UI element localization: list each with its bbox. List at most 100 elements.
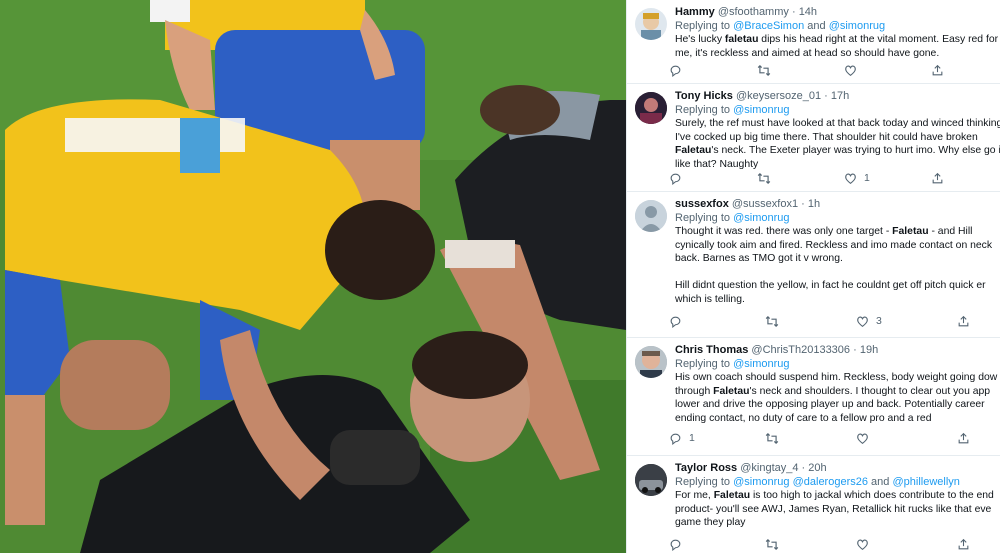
tweet[interactable]: Chris Thomas @ChrisTh20133306 · 19h Repl… xyxy=(627,338,1000,456)
author-name[interactable]: Hammy xyxy=(675,6,715,18)
tweet[interactable]: Tony Hicks @keysersoze_01 · 17h Replying… xyxy=(627,84,1000,192)
tweet-text-line: game they play xyxy=(675,517,746,529)
tweet-text-line: I've cocked up big time there. That shou… xyxy=(675,131,978,143)
tweet-actions xyxy=(627,537,1000,551)
tweet[interactable]: sussexfox @sussexfox1 · 1h Replying to @… xyxy=(627,192,1000,338)
share-icon xyxy=(931,64,944,77)
replying-to: Replying to @BraceSimon and @simonrug xyxy=(675,20,886,32)
tweet-text-line: For me, Faletau is too high to jackal wh… xyxy=(675,490,994,501)
tweet-actions: 1 xyxy=(627,431,1000,445)
tweet-text-line: His own coach should suspend him. Reckle… xyxy=(675,372,998,383)
like-button[interactable]: 3 xyxy=(856,314,882,328)
timestamp[interactable]: 14h xyxy=(799,6,817,18)
tweet-text-line: Thought it was red. there was only one t… xyxy=(675,226,973,237)
share-icon xyxy=(957,538,970,551)
retweet-button[interactable] xyxy=(757,171,778,185)
author-handle[interactable]: @sussexfox1 xyxy=(732,198,798,210)
like-icon xyxy=(856,315,869,328)
tweet-text-line: product- you'll see AWJ, James Ryan, Ret… xyxy=(675,503,992,515)
tweet[interactable]: Hammy @sfoothammy · 14h Replying to @Bra… xyxy=(627,0,1000,84)
mention-link[interactable]: @BraceSimon xyxy=(733,20,804,32)
mention-link[interactable]: @simonrug xyxy=(829,20,885,32)
author-name[interactable]: Taylor Ross xyxy=(675,462,737,474)
like-count: 1 xyxy=(864,172,870,184)
like-icon xyxy=(844,64,857,77)
mention-link[interactable]: @simonrug xyxy=(733,476,789,488)
replying-to: Replying to @simonrug xyxy=(675,212,790,224)
share-icon xyxy=(957,315,970,328)
tackle-photo xyxy=(0,0,626,553)
replies-feed: Hammy @sfoothammy · 14h Replying to @Bra… xyxy=(626,0,1000,553)
like-button[interactable]: 1 xyxy=(844,171,870,185)
avatar[interactable] xyxy=(635,200,667,232)
retweet-icon xyxy=(765,538,779,551)
retweet-icon xyxy=(765,432,779,445)
timestamp[interactable]: 1h xyxy=(808,198,820,210)
reply-icon xyxy=(669,432,682,445)
tweet-text-line: Hill didnt question the yellow, in fact … xyxy=(675,280,986,292)
share-button[interactable] xyxy=(931,171,944,185)
share-icon xyxy=(957,432,970,445)
tweet-actions: 3 xyxy=(627,314,1000,328)
reply-button[interactable] xyxy=(669,63,689,77)
avatar[interactable] xyxy=(635,92,667,124)
mention-link[interactable]: @simonrug xyxy=(733,358,789,370)
reply-icon xyxy=(669,538,682,551)
reply-button[interactable] xyxy=(669,314,689,328)
mention-link[interactable]: @dalerogers26 xyxy=(793,476,868,488)
mention-link[interactable]: @simonrug xyxy=(733,104,789,116)
author-handle[interactable]: @sfoothammy xyxy=(718,6,789,18)
like-button[interactable] xyxy=(844,63,864,77)
mention-link[interactable]: @phillewellyn xyxy=(892,476,959,488)
replying-to: Replying to @simonrug @dalerogers26 and … xyxy=(675,476,960,488)
tweet-text-line: lower and drive the opposing player up a… xyxy=(675,399,985,411)
retweet-button[interactable] xyxy=(757,63,778,77)
reply-button[interactable]: 1 xyxy=(669,431,695,445)
avatar[interactable] xyxy=(635,464,667,496)
share-button[interactable] xyxy=(957,314,970,328)
author-name[interactable]: Tony Hicks xyxy=(675,90,733,102)
like-button[interactable] xyxy=(856,537,876,551)
tweet[interactable]: Taylor Ross @kingtay_4 · 20h Replying to… xyxy=(627,456,1000,553)
author-handle[interactable]: @kingtay_4 xyxy=(740,462,798,474)
tweet-text: He's lucky faletau dips his head right a… xyxy=(675,33,998,60)
tweet-text-line: Faletau's neck. The Exeter player was tr… xyxy=(675,145,1000,157)
share-button[interactable] xyxy=(957,537,970,551)
share-button[interactable] xyxy=(931,63,944,77)
author-handle[interactable]: @ChrisTh20133306 xyxy=(751,344,850,356)
author-handle[interactable]: @keysersoze_01 xyxy=(736,90,821,102)
tweet-text-line: Surely, the ref must have looked at that… xyxy=(675,118,1000,129)
tweet-text-line: ending contact, no duty of care to a fel… xyxy=(675,412,932,424)
author-name[interactable]: Chris Thomas xyxy=(675,344,748,356)
tweet-actions: 1 xyxy=(627,171,1000,185)
tweet-text-line: me, it's reckless and aimed at head so s… xyxy=(675,47,940,59)
share-button[interactable] xyxy=(957,431,970,445)
tweet-text-line xyxy=(675,266,997,280)
timestamp[interactable]: 17h xyxy=(831,90,849,102)
tweet-text-line: which is telling. xyxy=(675,293,745,305)
tweet-text: For me, Faletau is too high to jackal wh… xyxy=(675,489,997,530)
like-icon xyxy=(856,432,869,445)
share-icon xyxy=(931,172,944,185)
retweet-button[interactable] xyxy=(765,431,786,445)
mention-link[interactable]: @simonrug xyxy=(733,212,789,224)
reply-button[interactable] xyxy=(669,537,689,551)
like-button[interactable] xyxy=(856,431,876,445)
retweet-icon xyxy=(765,315,779,328)
like-icon xyxy=(844,172,857,185)
tweet-text-line: cynically took aim and fired. Reckless a… xyxy=(675,239,993,251)
timestamp[interactable]: 20h xyxy=(808,462,826,474)
tweet-text: His own coach should suspend him. Reckle… xyxy=(675,371,997,425)
tweet-text: Thought it was red. there was only one t… xyxy=(675,225,997,307)
reply-button[interactable] xyxy=(669,171,689,185)
like-icon xyxy=(856,538,869,551)
author-name[interactable]: sussexfox xyxy=(675,198,729,210)
retweet-button[interactable] xyxy=(765,314,786,328)
avatar[interactable] xyxy=(635,346,667,378)
tweet-text-line: like that? Naughty xyxy=(675,158,759,170)
retweet-button[interactable] xyxy=(765,537,786,551)
avatar[interactable] xyxy=(635,8,667,40)
timestamp[interactable]: 19h xyxy=(860,344,878,356)
tweet-text-line: back. Barnes as TMO got it v wrong. xyxy=(675,253,843,265)
reply-icon xyxy=(669,64,682,77)
